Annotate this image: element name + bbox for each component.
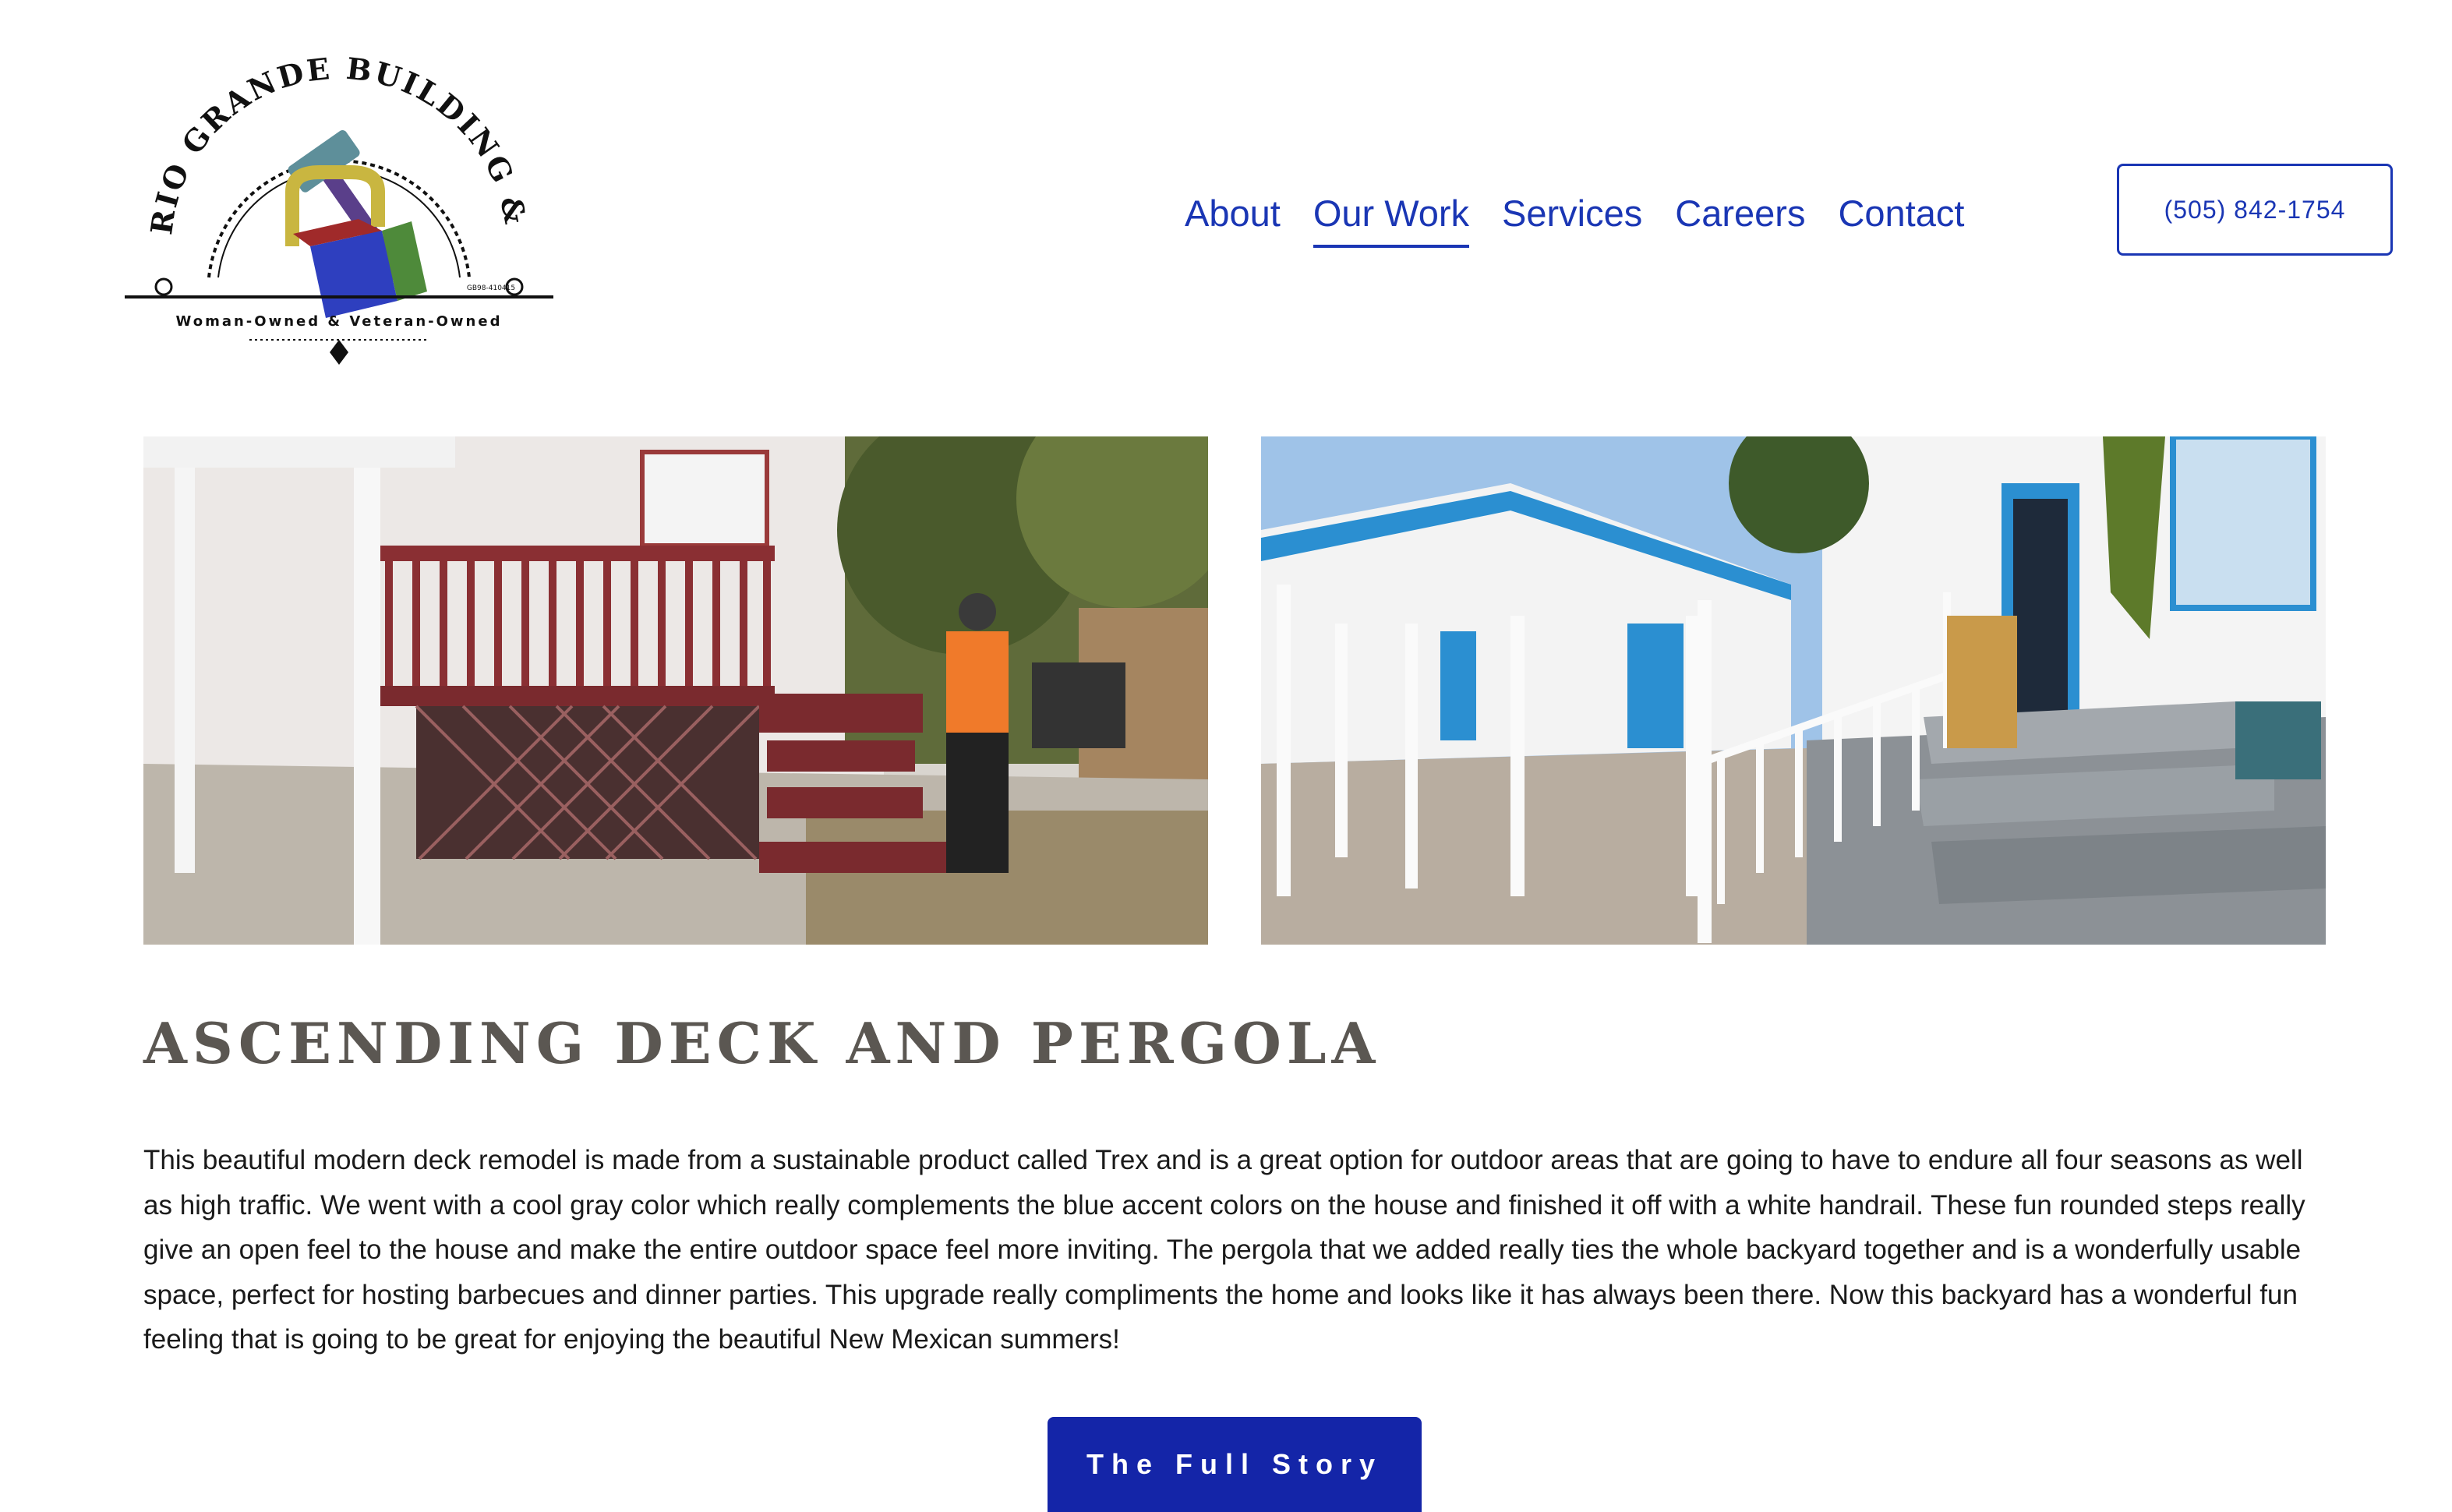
full-story-button[interactable]: The Full Story	[1048, 1417, 1422, 1512]
nav-link-contact[interactable]: Contact	[1838, 182, 1964, 245]
project-photo-after	[1261, 436, 2326, 945]
phone-button[interactable]: (505) 842-1754	[2117, 164, 2393, 256]
nav-link-careers[interactable]: Careers	[1675, 182, 1805, 245]
svg-text:Woman-Owned & Veteran-Owned: Woman-Owned & Veteran-Owned	[176, 313, 503, 330]
nav-link-services[interactable]: Services	[1502, 182, 1642, 245]
main-nav: About Our Work Services Careers Contact	[1185, 182, 1964, 248]
page: RIO GRANDE BUILDING & STORAGE GB98-41041…	[0, 0, 2452, 1512]
project-photo-before	[143, 436, 1208, 945]
company-logo[interactable]: RIO GRANDE BUILDING & STORAGE GB98-41041…	[117, 44, 561, 374]
nav-link-about[interactable]: About	[1185, 182, 1281, 245]
project-description: This beautiful modern deck remodel is ma…	[143, 1145, 2305, 1355]
nav-link-our-work[interactable]: Our Work	[1313, 182, 1470, 248]
svg-text:GB98-410415: GB98-410415	[467, 284, 515, 292]
project-title: ASCENDING DECK AND PERGOLA	[143, 1010, 1381, 1076]
